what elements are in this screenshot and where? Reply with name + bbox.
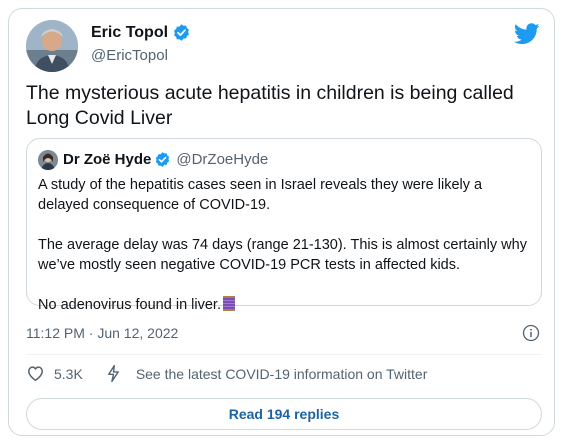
tweet-time: 11:12 PM: [26, 325, 85, 341]
quoted-paragraph: A study of the hepatitis cases seen in I…: [38, 177, 483, 213]
covid-info-link[interactable]: See the latest COVID-19 information on T…: [136, 366, 428, 382]
quoted-author-name: Dr Zoë Hyde: [63, 151, 152, 168]
meta-separator: ·: [88, 325, 94, 341]
read-replies-button[interactable]: Read 194 replies: [26, 398, 542, 430]
quoted-tweet[interactable]: Dr Zoë Hyde @DrZoeHyde A study of the he…: [26, 138, 542, 313]
action-bar: 5.3K See the latest COVID-19 information…: [26, 364, 427, 383]
quoted-verified-badge-icon: [156, 152, 170, 167]
author-handle[interactable]: @EricTopol: [91, 47, 168, 64]
quoted-tweet-body: A study of the hepatitis cases seen in I…: [38, 175, 528, 315]
avatar-image: [26, 20, 78, 72]
tweet-date: Jun 12, 2022: [97, 325, 179, 341]
heart-icon[interactable]: [26, 364, 45, 383]
twitter-bird-icon[interactable]: [514, 23, 540, 45]
author-name-row: Eric Topol: [91, 23, 191, 42]
author-avatar[interactable]: [26, 20, 78, 72]
quoted-paragraph-text: No adenovirus found in liver.: [38, 297, 221, 313]
thread-icon: [222, 296, 235, 311]
author-name[interactable]: Eric Topol: [91, 24, 168, 42]
quoted-avatar-image: [38, 150, 58, 170]
quoted-author-avatar: [38, 150, 58, 170]
quoted-name-row: Dr Zoë Hyde @DrZoeHyde: [63, 151, 268, 168]
quoted-paragraph: The average delay was 74 days (range 21-…: [38, 237, 527, 273]
tweet-timestamp[interactable]: 11:12 PM · Jun 12, 2022: [26, 325, 178, 341]
quoted-author-handle: @DrZoeHyde: [176, 151, 269, 168]
tweet-card: Eric Topol @EricTopol The mysterious acu…: [8, 8, 555, 436]
quoted-paragraph-last: No adenovirus found in liver.: [38, 295, 528, 315]
lightning-bolt-icon: [107, 364, 119, 383]
verified-badge-icon: [174, 24, 189, 41]
info-icon[interactable]: [522, 324, 540, 342]
tweet-text: The mysterious acute hepatitis in childr…: [26, 82, 514, 129]
like-count[interactable]: 5.3K: [54, 366, 83, 382]
divider: [26, 354, 542, 355]
